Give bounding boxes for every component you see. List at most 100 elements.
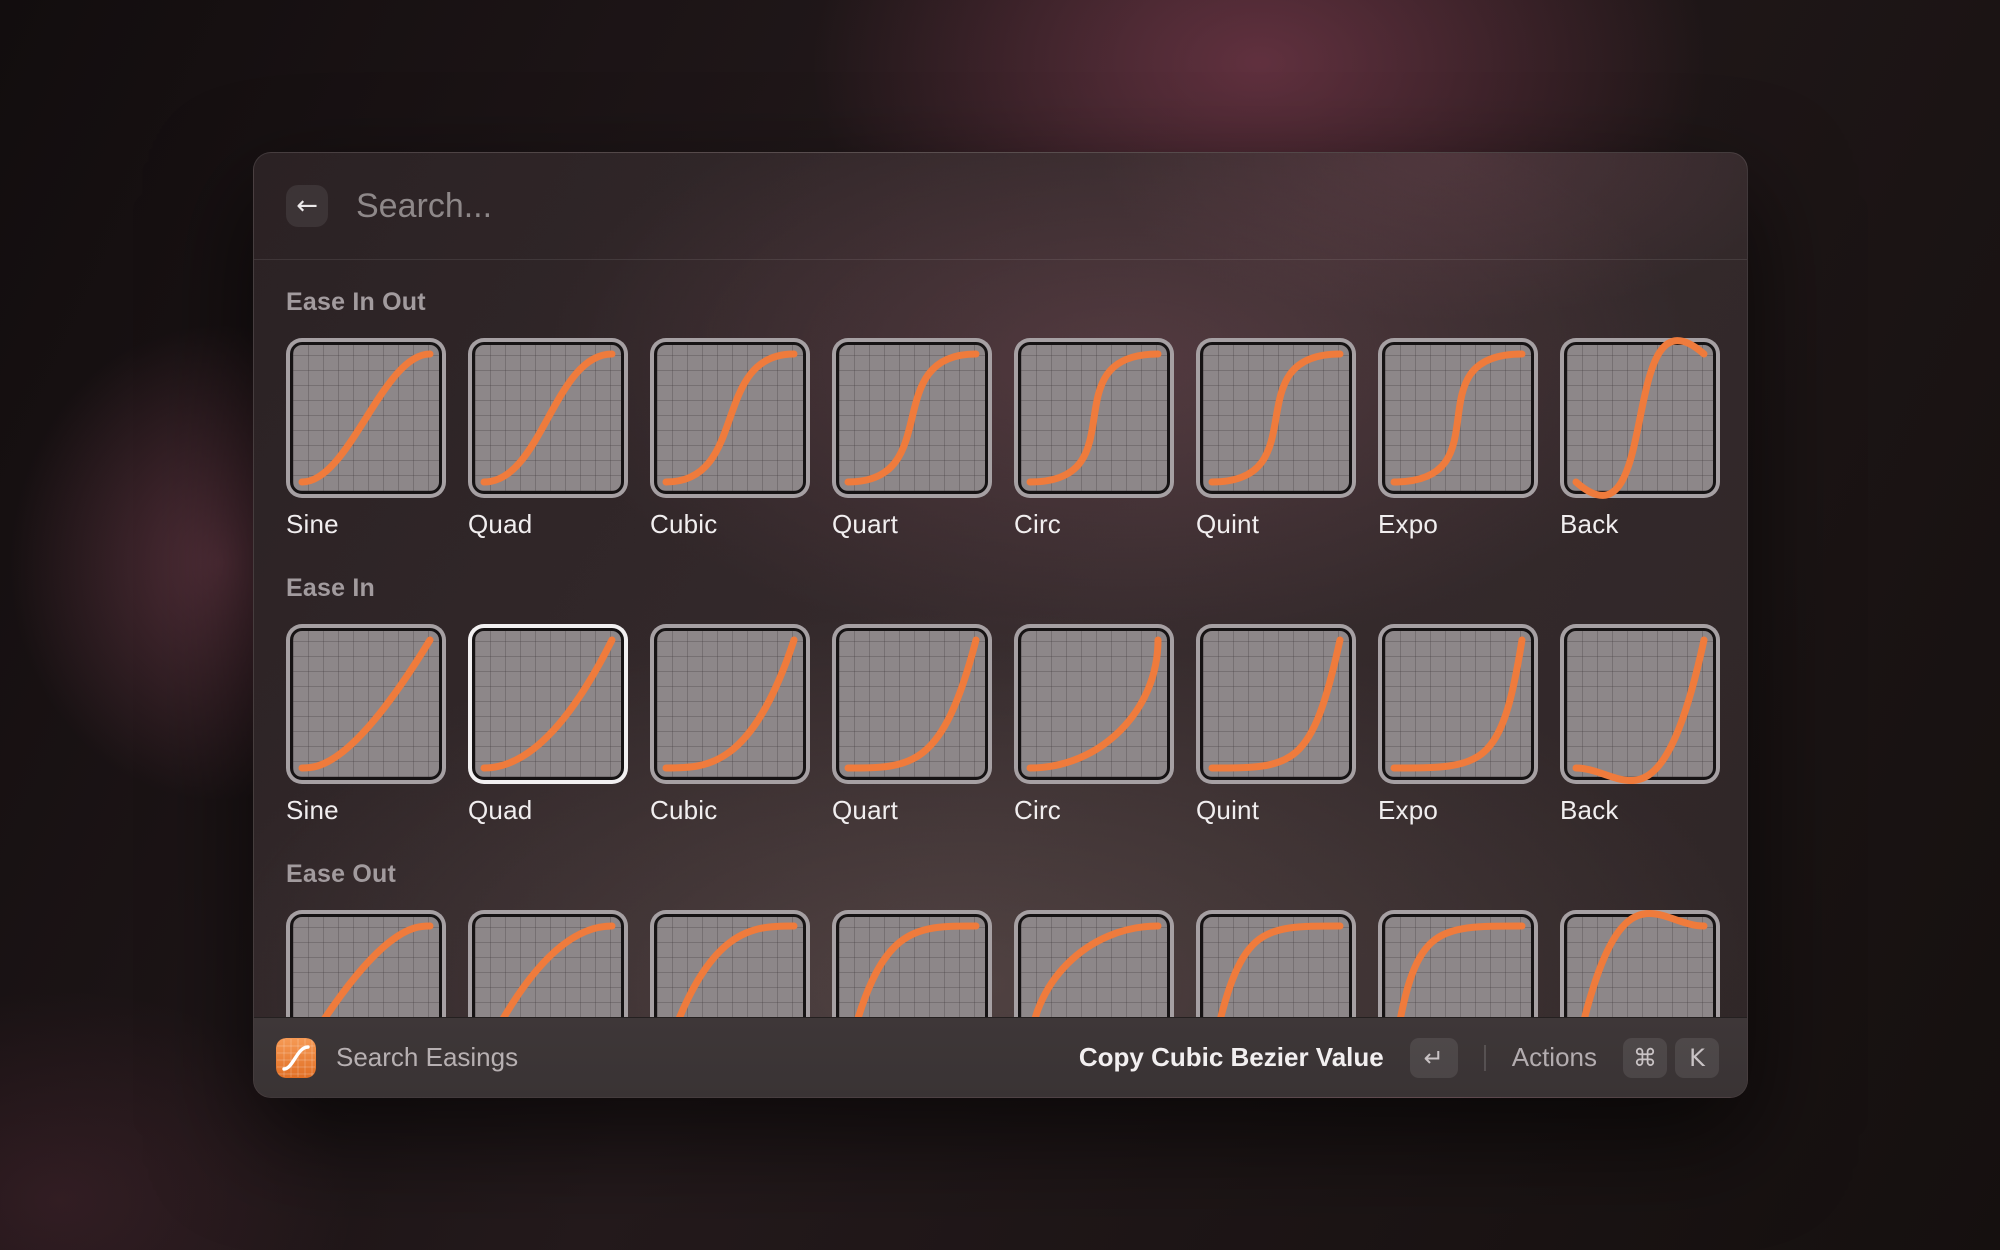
easing-card[interactable]: Quad: [468, 624, 628, 826]
easing-curve-icon: [1203, 917, 1349, 1017]
easing-card[interactable]: Sine: [286, 338, 446, 540]
easing-card-grid: [654, 628, 806, 780]
easing-card-label: Quad: [468, 794, 628, 826]
easing-card-grid: [836, 628, 988, 780]
easing-curve-icon: [657, 631, 803, 777]
easing-curve-path: [1394, 354, 1522, 482]
easing-card[interactable]: Sine: [286, 624, 446, 826]
easing-curve-icon: [839, 631, 985, 777]
easing-curve-path: [1030, 640, 1158, 768]
easing-curve-icon: [1021, 917, 1167, 1017]
easing-curve-icon: [657, 345, 803, 491]
easing-card[interactable]: Quad: [468, 910, 628, 1017]
easing-card-grid: [654, 914, 806, 1017]
easing-card-frame: [286, 910, 446, 1017]
easing-card[interactable]: Quart: [832, 624, 992, 826]
easing-card-label: Sine: [286, 794, 446, 826]
easing-curve-path: [666, 640, 794, 768]
easing-curve-icon: [293, 631, 439, 777]
easing-card-frame: [832, 910, 992, 1017]
easing-section: Ease In Sine Quad: [286, 572, 1718, 826]
easing-curve-path: [848, 640, 976, 768]
easing-card[interactable]: Quad: [468, 338, 628, 540]
k-key-icon[interactable]: K: [1675, 1038, 1719, 1078]
easing-card-label: Back: [1560, 794, 1720, 826]
easing-card-frame: [1560, 910, 1720, 1017]
easing-card[interactable]: Back: [1560, 910, 1720, 1017]
easing-card-label: Circ: [1014, 794, 1174, 826]
easing-card[interactable]: Expo: [1378, 910, 1538, 1017]
enter-key-icon[interactable]: ↵: [1410, 1038, 1458, 1078]
easing-card-frame: [286, 624, 446, 784]
easing-card[interactable]: Expo: [1378, 624, 1538, 826]
actions-button[interactable]: Actions: [1512, 1042, 1597, 1073]
easing-curve-icon: [1385, 631, 1531, 777]
easing-curve-icon: [293, 917, 439, 1017]
easing-curve-icon: [657, 917, 803, 1017]
easing-card[interactable]: Circ: [1014, 910, 1174, 1017]
easing-card-grid: [836, 342, 988, 494]
search-input[interactable]: [356, 187, 1715, 226]
easing-curve-path: [484, 640, 612, 768]
easing-card-grid: [472, 342, 624, 494]
easing-card-label: Quart: [832, 794, 992, 826]
back-button[interactable]: ←: [286, 185, 328, 227]
easing-curve-icon: [839, 345, 985, 491]
easing-card[interactable]: Quart: [832, 910, 992, 1017]
easing-card[interactable]: Circ: [1014, 624, 1174, 826]
easing-card[interactable]: Quint: [1196, 624, 1356, 826]
easing-card-grid: [1200, 914, 1352, 1017]
easing-card-grid: [1382, 914, 1534, 1017]
easing-sections: Ease In Out Sine Quad: [286, 286, 1718, 1017]
easing-curve-path: [848, 354, 976, 482]
easing-card-grid: [472, 628, 624, 780]
easing-card-label: Expo: [1378, 508, 1538, 540]
easing-card[interactable]: Quint: [1196, 910, 1356, 1017]
easing-card[interactable]: Circ: [1014, 338, 1174, 540]
easing-card-label: Circ: [1014, 508, 1174, 540]
back-arrow-icon: ←: [296, 191, 318, 221]
easing-card-grid: [1564, 342, 1716, 494]
easing-row: Sine Quad Cubic: [286, 910, 1718, 1017]
easing-card-frame: [832, 338, 992, 498]
footer-actions: Copy Cubic Bezier Value ↵ Actions ⌘ K: [1079, 1038, 1719, 1078]
easing-card-frame: [1560, 338, 1720, 498]
desktop-background: { "search": { "placeholder": "Search..."…: [0, 0, 2000, 1250]
primary-action-label[interactable]: Copy Cubic Bezier Value: [1079, 1042, 1384, 1073]
easing-card[interactable]: Cubic: [650, 624, 810, 826]
easing-curve-path: [1394, 926, 1522, 1017]
easing-card[interactable]: Back: [1560, 338, 1720, 540]
easing-card[interactable]: Sine: [286, 910, 446, 1017]
footer-divider: [1484, 1045, 1486, 1071]
easing-card-label: Cubic: [650, 508, 810, 540]
easing-card[interactable]: Quart: [832, 338, 992, 540]
easing-card-frame: [650, 338, 810, 498]
easing-section: Ease Out Sine Quad: [286, 858, 1718, 1017]
easing-card[interactable]: Cubic: [650, 338, 810, 540]
easing-card-grid: [1564, 628, 1716, 780]
easing-card-grid: [1382, 628, 1534, 780]
easing-card[interactable]: Quint: [1196, 338, 1356, 540]
easing-curve-path: [1394, 640, 1522, 768]
easing-card-grid: [1018, 342, 1170, 494]
easing-card-grid: [290, 342, 442, 494]
easing-card[interactable]: Cubic: [650, 910, 810, 1017]
easing-card-frame: [1014, 338, 1174, 498]
easing-curve-icon: [839, 917, 985, 1017]
easing-card-grid: [290, 914, 442, 1017]
easing-card-frame: [650, 624, 810, 784]
easing-card[interactable]: Expo: [1378, 338, 1538, 540]
easing-curve-path: [1212, 354, 1340, 482]
easing-curve-icon: [1567, 917, 1713, 1017]
easing-card[interactable]: Back: [1560, 624, 1720, 826]
easing-card-grid: [1564, 914, 1716, 1017]
easing-curve-path: [302, 926, 430, 1017]
easing-card-grid: [654, 342, 806, 494]
easing-card-grid: [836, 914, 988, 1017]
easing-card-frame: [1378, 338, 1538, 498]
easing-card-frame: [1014, 624, 1174, 784]
easing-card-frame: [286, 338, 446, 498]
easing-curve-icon: [1203, 345, 1349, 491]
easing-curve-path: [1576, 640, 1704, 781]
command-key-icon[interactable]: ⌘: [1623, 1038, 1667, 1078]
